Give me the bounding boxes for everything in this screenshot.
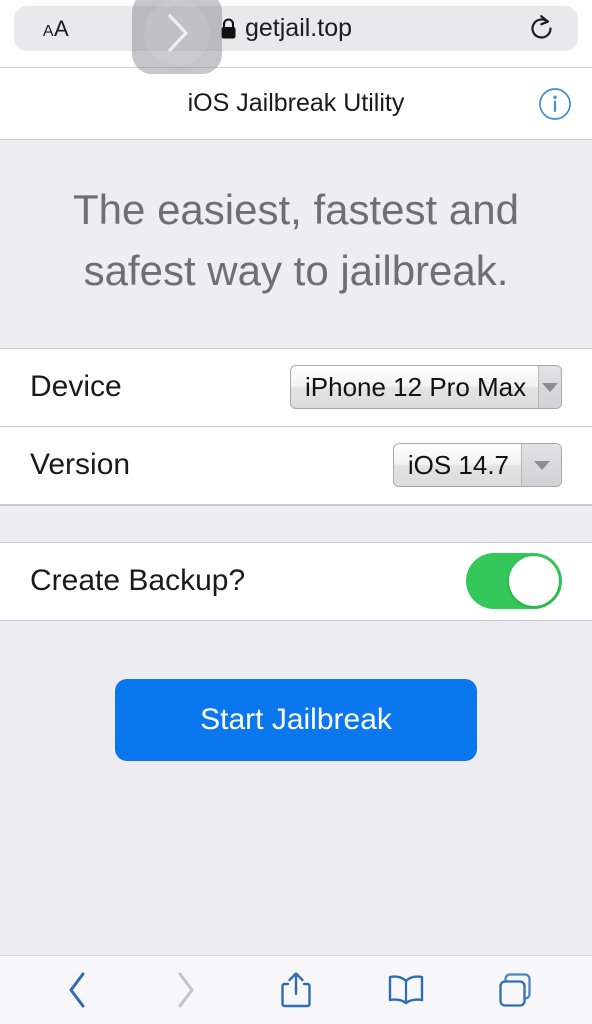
- start-jailbreak-button[interactable]: Start Jailbreak: [115, 678, 477, 761]
- version-select[interactable]: iOS 14.7: [392, 443, 562, 488]
- hero-section: The easiest, fastest and safest way to j…: [0, 140, 592, 349]
- address-bar[interactable]: AA getjail.top: [14, 6, 578, 51]
- bookmarks-button[interactable]: [351, 956, 461, 1024]
- url-text: getjail.top: [244, 14, 353, 42]
- section-separator: [0, 504, 592, 543]
- forward-button: [132, 956, 242, 1024]
- caret-shape: [542, 382, 559, 392]
- toggle-knob: [509, 556, 559, 607]
- web-page-content: iOS Jailbreak Utility The easiest, faste…: [0, 68, 592, 955]
- book-icon: [388, 975, 423, 1005]
- text-size-large-a: A: [53, 15, 70, 41]
- device-select-chevron-down-icon[interactable]: [538, 366, 561, 409]
- safari-browser-window: AA getjail.top iOS Jailbreak Utility The…: [0, 0, 592, 1024]
- reload-icon: [530, 15, 552, 39]
- text-size-small-a: A: [42, 22, 54, 40]
- share-icon: [281, 972, 311, 1008]
- chevron-right-icon: [168, 14, 188, 52]
- create-backup-row: Create Backup?: [0, 542, 592, 621]
- caret-shape: [533, 460, 550, 470]
- version-row: Version iOS 14.7: [0, 426, 592, 505]
- version-label: Version: [30, 448, 131, 482]
- create-backup-toggle[interactable]: [466, 553, 562, 610]
- create-backup-label: Create Backup?: [30, 564, 246, 598]
- page-title: iOS Jailbreak Utility: [187, 89, 405, 117]
- info-button[interactable]: [536, 85, 574, 123]
- back-button[interactable]: [22, 956, 132, 1024]
- tabs-icon: [499, 973, 531, 1007]
- info-circle-icon: [539, 87, 571, 120]
- device-select-value: iPhone 12 Pro Max: [305, 371, 527, 402]
- hero-line-2: safest way to jailbreak.: [83, 246, 509, 294]
- app-header: iOS Jailbreak Utility: [0, 68, 592, 140]
- version-select-chevron-down-icon[interactable]: [521, 444, 561, 487]
- browser-bottom-toolbar: [0, 955, 592, 1024]
- browser-top-bar: AA getjail.top: [0, 0, 592, 74]
- tabs-button[interactable]: [460, 956, 570, 1024]
- gesture-ring: [144, 0, 210, 66]
- device-label: Device: [30, 370, 122, 404]
- cta-area: Start Jailbreak: [0, 620, 592, 955]
- version-select-value: iOS 14.7: [407, 449, 509, 480]
- chevron-left-icon: [69, 972, 85, 1008]
- reload-button[interactable]: [504, 14, 578, 43]
- hero-line-1: The easiest, fastest and: [73, 186, 519, 233]
- lock-icon: [221, 17, 236, 38]
- device-row: Device iPhone 12 Pro Max: [0, 348, 592, 427]
- device-select[interactable]: iPhone 12 Pro Max: [290, 365, 562, 410]
- share-button[interactable]: [241, 956, 351, 1024]
- chevron-right-icon: [178, 972, 194, 1008]
- gesture-overlay-indicator: [132, 0, 222, 74]
